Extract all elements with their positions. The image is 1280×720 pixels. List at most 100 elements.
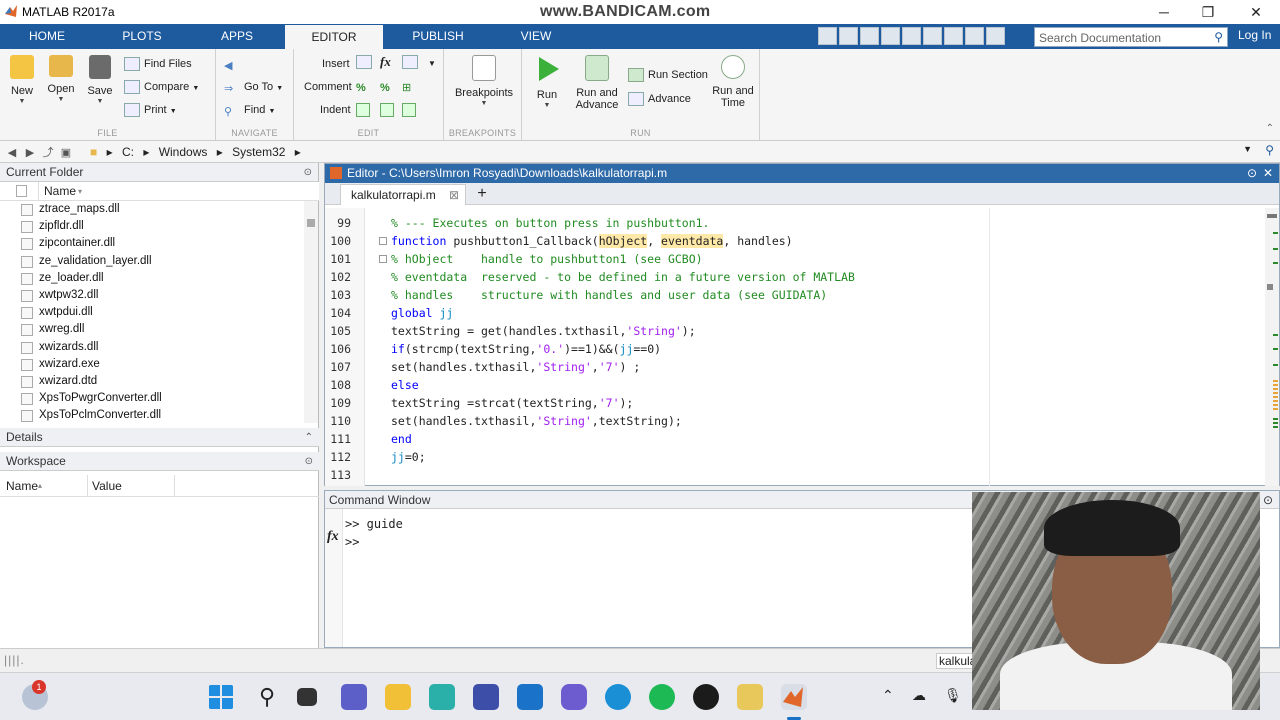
file-explorer-icon[interactable]	[385, 684, 411, 710]
search-icon[interactable]: ⚲	[254, 684, 280, 710]
open-button[interactable]: Open ▼	[44, 55, 78, 103]
run-button[interactable]: Run ▼	[532, 55, 562, 109]
tab-home[interactable]: HOME	[14, 24, 80, 49]
mathtype-icon[interactable]	[473, 684, 499, 710]
list-item[interactable]: ze_validation_layer.dll	[0, 253, 304, 270]
login-link[interactable]: Log In	[1238, 28, 1271, 42]
minimize-button[interactable]: ─	[1144, 2, 1184, 22]
print-button[interactable]: Print ▼	[124, 101, 177, 119]
code-line[interactable]: 109 textString =strcat(textString,'7');	[325, 394, 1245, 412]
compare-button[interactable]: Compare ▼	[124, 78, 199, 96]
insert-block-icon[interactable]	[402, 55, 418, 69]
list-item[interactable]: xwizard.dtd	[0, 373, 304, 390]
goto-button[interactable]: ⇒ Go To ▼	[224, 78, 283, 96]
run-and-advance-button[interactable]: Run and Advance	[572, 55, 622, 111]
code-line[interactable]: 107 set(handles.txthasil,'String','7') ;	[325, 358, 1245, 376]
insert-dropdown-arrow[interactable]: ▼	[428, 55, 436, 73]
browse-folder-icon[interactable]: ▣	[58, 146, 74, 160]
save-icon[interactable]	[839, 27, 858, 45]
search-icon[interactable]: ⚲	[1214, 30, 1223, 44]
code-line[interactable]: 100 function pushbutton1_Callback(hObject…	[325, 232, 1245, 250]
fold-toggle-icon[interactable]	[379, 237, 387, 245]
list-item[interactable]: XpsToPwgrConverter.dll	[0, 390, 304, 407]
panel-menu-icon[interactable]: ⊙	[305, 452, 313, 471]
wrap-comments-icon[interactable]: ⊞	[402, 79, 411, 97]
workspace-name-header[interactable]: Name	[6, 475, 38, 497]
spotify-icon[interactable]	[649, 684, 675, 710]
code-line[interactable]: 103 % handles structure with handles and …	[325, 286, 1245, 304]
panel-menu-icon[interactable]: ⊙	[304, 163, 312, 182]
advance-button[interactable]: Advance	[628, 90, 691, 108]
address-dropdown-icon[interactable]: ▼	[1243, 144, 1252, 154]
paste-icon[interactable]	[902, 27, 921, 45]
tab-kalkulatorrapi[interactable]: kalkulatorrapi.m ⊠	[340, 184, 466, 205]
list-item[interactable]: xwizards.dll	[0, 339, 304, 356]
tab-view[interactable]: VIEW	[500, 24, 572, 49]
up-folder-icon[interactable]: ⤴	[40, 144, 56, 159]
run-and-time-button[interactable]: Run and Time	[708, 55, 758, 109]
find-button[interactable]: ⚲ Find ▼	[224, 101, 275, 119]
code-line[interactable]: 102 % eventdata reserved - to be defined …	[325, 268, 1245, 286]
list-item[interactable]: ztrace_maps.dll	[0, 201, 304, 218]
back-icon[interactable]: ◀	[4, 146, 20, 160]
start-windows-icon[interactable]	[208, 684, 234, 710]
insert-section-icon[interactable]	[356, 55, 372, 69]
tray-overflow-chevron-icon[interactable]: ⌃	[882, 687, 894, 704]
insert-function-fx-icon[interactable]: fx	[380, 53, 391, 71]
list-item[interactable]: xwreg.dll	[0, 321, 304, 338]
edge-browser-icon[interactable]	[605, 684, 631, 710]
code-area[interactable]: 99 % --- Executes on button press in push…	[325, 208, 1245, 486]
task-view-icon[interactable]	[297, 688, 317, 706]
network-icon[interactable]: ☁	[912, 687, 926, 704]
find-files-button[interactable]: Find Files	[124, 55, 192, 73]
code-line[interactable]: 105 textString = get(handles.txthasil,'St…	[325, 322, 1245, 340]
shortcut-icon[interactable]	[818, 27, 837, 45]
decrease-indent-icon[interactable]	[402, 103, 416, 117]
close-button[interactable]: ✕	[1236, 2, 1276, 22]
code-line[interactable]: 112 jj=0;	[325, 448, 1245, 466]
code-line[interactable]: 106 if(strcmp(textString,'0.')==1)&&(jj==…	[325, 340, 1245, 358]
keyboard-app-icon[interactable]	[429, 684, 455, 710]
tab-plots[interactable]: PLOTS	[100, 24, 184, 49]
collapse-ribbon-icon[interactable]: ⌃	[1266, 123, 1274, 134]
fx-function-browser-icon[interactable]: fx	[327, 529, 339, 545]
panel-menu-icon[interactable]: ⊙	[1247, 164, 1257, 183]
code-line[interactable]: 101 % hObject handle to pushbutton1 (see …	[325, 250, 1245, 268]
breakpoints-button[interactable]: Breakpoints ▼	[450, 55, 518, 107]
tab-editor[interactable]: EDITOR	[285, 25, 383, 50]
list-item[interactable]: XpsToPclmConverter.dll	[0, 407, 304, 423]
code-line[interactable]: 110 set(handles.txthasil,'String',textStr…	[325, 412, 1245, 430]
list-item[interactable]: ze_loader.dll	[0, 270, 304, 287]
code-line[interactable]: 108 else	[325, 376, 1245, 394]
mail-icon[interactable]	[517, 684, 543, 710]
new-tab-plus-icon[interactable]: +	[471, 184, 493, 204]
tab-publish[interactable]: PUBLISH	[398, 24, 478, 49]
code-line[interactable]: 111 end	[325, 430, 1245, 448]
search-input[interactable]: Search Documentation ⚲	[1034, 27, 1228, 47]
breadcrumb-system32[interactable]: System32	[232, 145, 285, 159]
bandicam-record-icon[interactable]	[693, 684, 719, 710]
code-line[interactable]: 113	[325, 466, 1245, 484]
list-item[interactable]: xwtpw32.dll	[0, 287, 304, 304]
list-item[interactable]: xwtpdui.dll	[0, 304, 304, 321]
maximize-button[interactable]: ❐	[1188, 2, 1228, 22]
teams-chat-icon[interactable]	[341, 684, 367, 710]
smart-indent-icon[interactable]	[356, 103, 370, 117]
panel-menu-icon[interactable]: ⊙	[1263, 491, 1273, 509]
microphone-icon[interactable]: 🎙	[944, 687, 962, 704]
details-header[interactable]: Details ⌃	[0, 428, 319, 447]
cut-icon[interactable]	[860, 27, 879, 45]
save-button[interactable]: Save ▼	[84, 55, 116, 105]
list-item[interactable]: zipcontainer.dll	[0, 235, 304, 252]
new-button[interactable]: New ▼	[6, 55, 38, 105]
back-nav-button[interactable]: ◀	[224, 55, 244, 73]
code-line[interactable]: 99 % --- Executes on button press in push…	[325, 214, 1245, 232]
breadcrumb-windows[interactable]: Windows	[159, 145, 208, 159]
address-search-icon[interactable]: ⚲	[1265, 143, 1274, 157]
forward-icon[interactable]: ▶	[22, 146, 38, 160]
workspace-value-header[interactable]: Value	[92, 475, 122, 497]
editor-close-icon[interactable]: ✕	[1263, 164, 1273, 183]
help-icon[interactable]	[986, 27, 1005, 45]
copilot-icon[interactable]	[561, 684, 587, 710]
list-item[interactable]: xwizard.exe	[0, 356, 304, 373]
